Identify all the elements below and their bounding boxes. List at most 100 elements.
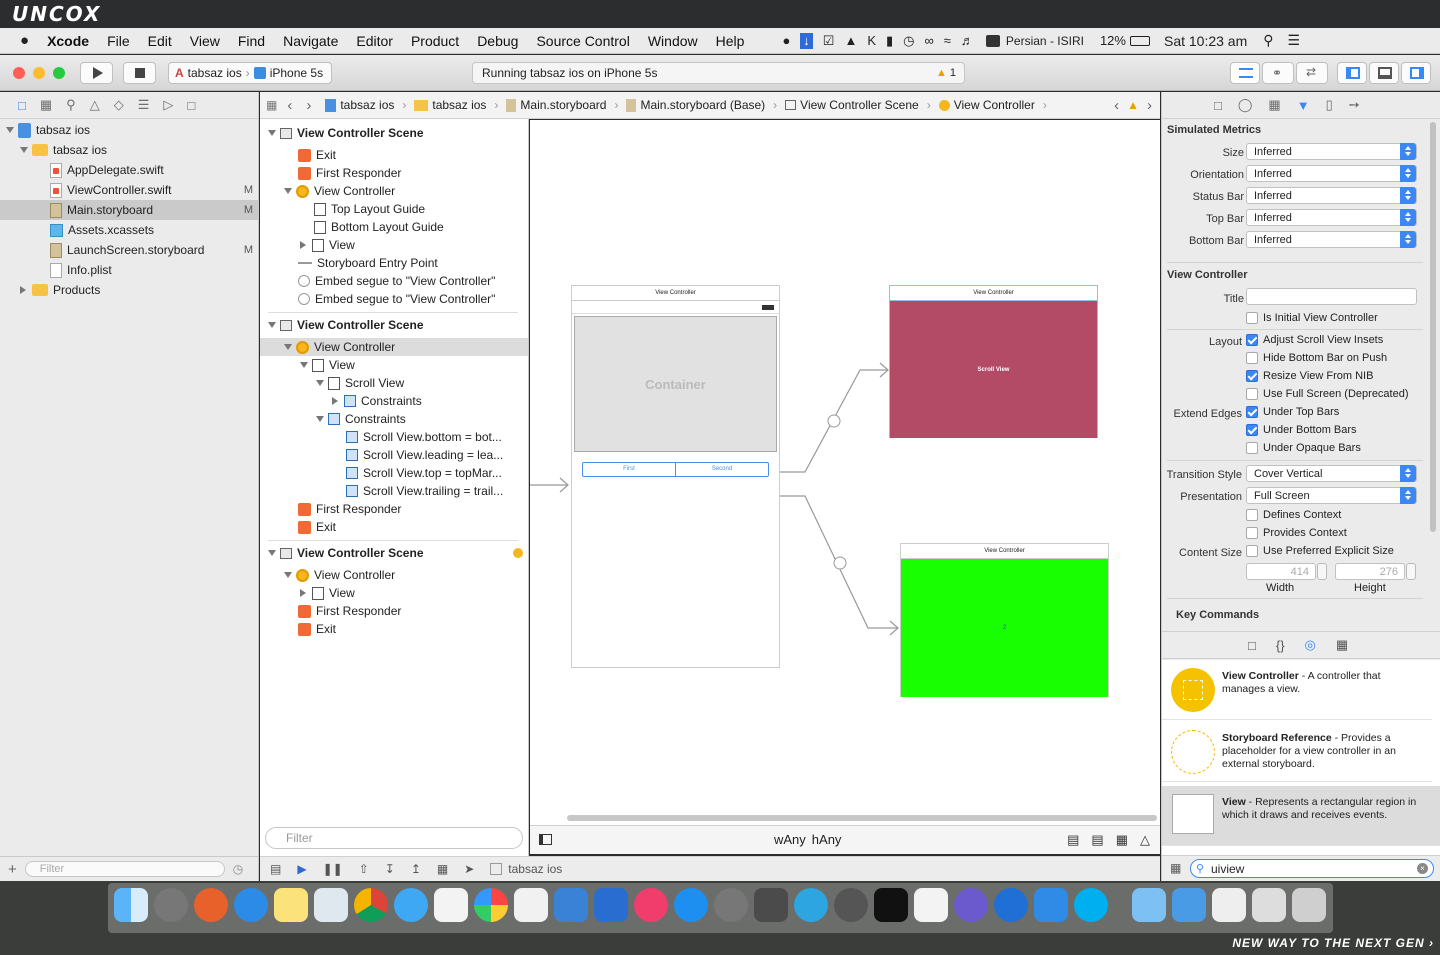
- disclosure-triangle-icon[interactable]: [332, 397, 338, 405]
- adjust-insets-checkbox[interactable]: Adjust Scroll View Insets: [1246, 334, 1383, 346]
- debug-navigator-icon[interactable]: ☰: [138, 97, 150, 113]
- breadcrumb-storyboard[interactable]: Main.storyboard: [506, 98, 618, 112]
- instruments-icon[interactable]: [1034, 888, 1068, 922]
- connections-inspector-icon[interactable]: ➙: [1349, 97, 1360, 113]
- documents-folder-icon[interactable]: [1132, 888, 1166, 922]
- close-window-button[interactable]: [13, 67, 25, 79]
- pin-icon[interactable]: ▦: [1116, 832, 1128, 848]
- download-status-icon[interactable]: ↓: [800, 32, 813, 49]
- under-top-bars-checkbox[interactable]: Under Top Bars: [1246, 406, 1339, 418]
- menu-file[interactable]: File: [107, 33, 130, 49]
- under-opaque-bars-checkbox[interactable]: Under Opaque Bars: [1246, 442, 1361, 454]
- k-status-icon[interactable]: K: [867, 33, 876, 49]
- input-source[interactable]: Persian - ISIRI: [1006, 34, 1084, 48]
- disclosure-triangle-icon[interactable]: [284, 344, 292, 350]
- itunes-icon[interactable]: [634, 888, 668, 922]
- storyboard-canvas[interactable]: View Controller Container First Second V…: [530, 120, 1160, 825]
- photos-icon[interactable]: [474, 888, 508, 922]
- menu-navigate[interactable]: Navigate: [283, 33, 338, 49]
- outline-view[interactable]: View: [300, 356, 355, 374]
- app-store-icon[interactable]: [674, 888, 708, 922]
- wifi-icon[interactable]: ≈: [944, 33, 951, 49]
- minimize-window-button[interactable]: [33, 67, 45, 79]
- size-popup[interactable]: Inferred: [1246, 143, 1417, 160]
- disclosure-triangle-icon[interactable]: [268, 322, 276, 328]
- menu-editor[interactable]: Editor: [356, 33, 393, 49]
- project-navigator-folder-icon[interactable]: □: [18, 98, 26, 113]
- status-bar-popup[interactable]: Inferred: [1246, 187, 1417, 204]
- align-icon[interactable]: ▤: [1091, 832, 1103, 848]
- stop-button[interactable]: [123, 62, 156, 84]
- scroll-view[interactable]: Scroll View: [890, 301, 1097, 438]
- zoom-window-button[interactable]: [53, 67, 65, 79]
- provides-context-checkbox[interactable]: Provides Context: [1246, 527, 1347, 539]
- toggle-navigator-button[interactable]: [1337, 62, 1367, 84]
- disclosure-triangle-icon[interactable]: [268, 130, 276, 136]
- toggle-outline-icon[interactable]: [539, 834, 552, 845]
- safari-icon[interactable]: [234, 888, 268, 922]
- back-icon[interactable]: ‹: [287, 97, 292, 114]
- view-debugger-icon[interactable]: ▦: [437, 862, 448, 876]
- status-icons[interactable]: ● ↓ ☑ ▲ K ▮ ◷ ∞ ≈ ♬: [782, 32, 974, 49]
- breadcrumb-scene[interactable]: View Controller Scene: [785, 98, 931, 112]
- stack-icon[interactable]: ▤: [1067, 832, 1079, 848]
- find-navigator-icon[interactable]: ⚲: [66, 97, 76, 113]
- messages-icon[interactable]: [394, 888, 428, 922]
- toggle-debug-area-button[interactable]: [1369, 62, 1399, 84]
- outline-first-responder[interactable]: First Responder: [298, 500, 401, 518]
- tree-row-assets[interactable]: Assets.xcassets: [0, 220, 259, 240]
- outline-entry-point[interactable]: Storyboard Entry Point: [298, 254, 438, 272]
- inspector-scrollbar[interactable]: [1430, 122, 1436, 532]
- disclosure-triangle-icon[interactable]: [20, 286, 26, 294]
- outline-constraint[interactable]: Scroll View.leading = lea...: [346, 446, 503, 464]
- outline-exit[interactable]: Exit: [298, 146, 336, 164]
- firefox-icon[interactable]: [194, 888, 228, 922]
- outline-constraints[interactable]: Constraints: [332, 392, 422, 410]
- navigator-filter-field[interactable]: Filter: [24, 861, 225, 877]
- tree-row-products[interactable]: Products: [0, 280, 259, 300]
- xcode-icon[interactable]: [594, 888, 628, 922]
- issue-nav-controls[interactable]: ‹ ▲ ›: [1114, 97, 1152, 114]
- tree-row-viewcontroller[interactable]: ViewController.swift M: [0, 180, 259, 200]
- outline-constraint[interactable]: Scroll View.top = topMar...: [346, 464, 502, 482]
- identity-inspector-icon[interactable]: ▦: [1268, 97, 1280, 113]
- input-source-icon[interactable]: [985, 34, 1000, 47]
- system-preferences-icon[interactable]: [714, 888, 748, 922]
- height-field[interactable]: 276: [1335, 563, 1405, 580]
- clear-search-icon[interactable]: ×: [1417, 863, 1428, 874]
- java-icon[interactable]: [434, 888, 468, 922]
- outline-scene-1[interactable]: View Controller Scene: [268, 124, 424, 142]
- step-in-icon[interactable]: ↧: [385, 862, 395, 876]
- preview-icon[interactable]: [314, 888, 348, 922]
- outline-scene-2[interactable]: View Controller Scene: [268, 316, 424, 334]
- scroll-view-controller-scene[interactable]: View Controller Scroll View: [889, 285, 1098, 438]
- battery-app-icon[interactable]: ▮: [886, 33, 893, 49]
- notification-center-icon[interactable]: ☰: [1288, 32, 1301, 49]
- trash-icon[interactable]: [1292, 888, 1326, 922]
- container-view[interactable]: Container: [574, 316, 777, 452]
- tree-row-project[interactable]: tabsaz ios: [0, 120, 259, 140]
- disclosure-triangle-icon[interactable]: [316, 416, 324, 422]
- version-editor-button[interactable]: ⇄: [1296, 62, 1328, 84]
- width-field[interactable]: 414: [1246, 563, 1316, 580]
- battery-percent[interactable]: 12%: [1100, 33, 1126, 48]
- library-grid-toggle-icon[interactable]: ▦: [1170, 861, 1181, 875]
- skype-icon[interactable]: [1074, 888, 1108, 922]
- recent-window-icon[interactable]: [1252, 888, 1286, 922]
- breadcrumb-storyboard-base[interactable]: Main.storyboard (Base): [626, 98, 777, 112]
- green-view[interactable]: 2: [901, 559, 1108, 697]
- breadcrumb-view-controller[interactable]: View Controller: [938, 98, 1047, 112]
- breadcrumb-project[interactable]: tabsaz ios: [325, 98, 406, 112]
- chrome-icon[interactable]: [354, 888, 388, 922]
- breadcrumb-group[interactable]: tabsaz ios: [414, 98, 498, 112]
- downloads-folder-icon[interactable]: [1172, 888, 1206, 922]
- segment-first[interactable]: First: [583, 463, 676, 476]
- segment-second[interactable]: Second: [676, 463, 768, 476]
- transition-style-popup[interactable]: Cover Vertical: [1246, 465, 1417, 482]
- step-out-icon[interactable]: ↥: [411, 862, 421, 876]
- height-stepper[interactable]: [1406, 563, 1416, 580]
- defines-context-checkbox[interactable]: Defines Context: [1246, 509, 1341, 521]
- previous-issue-icon[interactable]: ‹: [1114, 97, 1119, 114]
- notes-icon[interactable]: [274, 888, 308, 922]
- spotlight-icon[interactable]: ⚲: [1263, 32, 1273, 49]
